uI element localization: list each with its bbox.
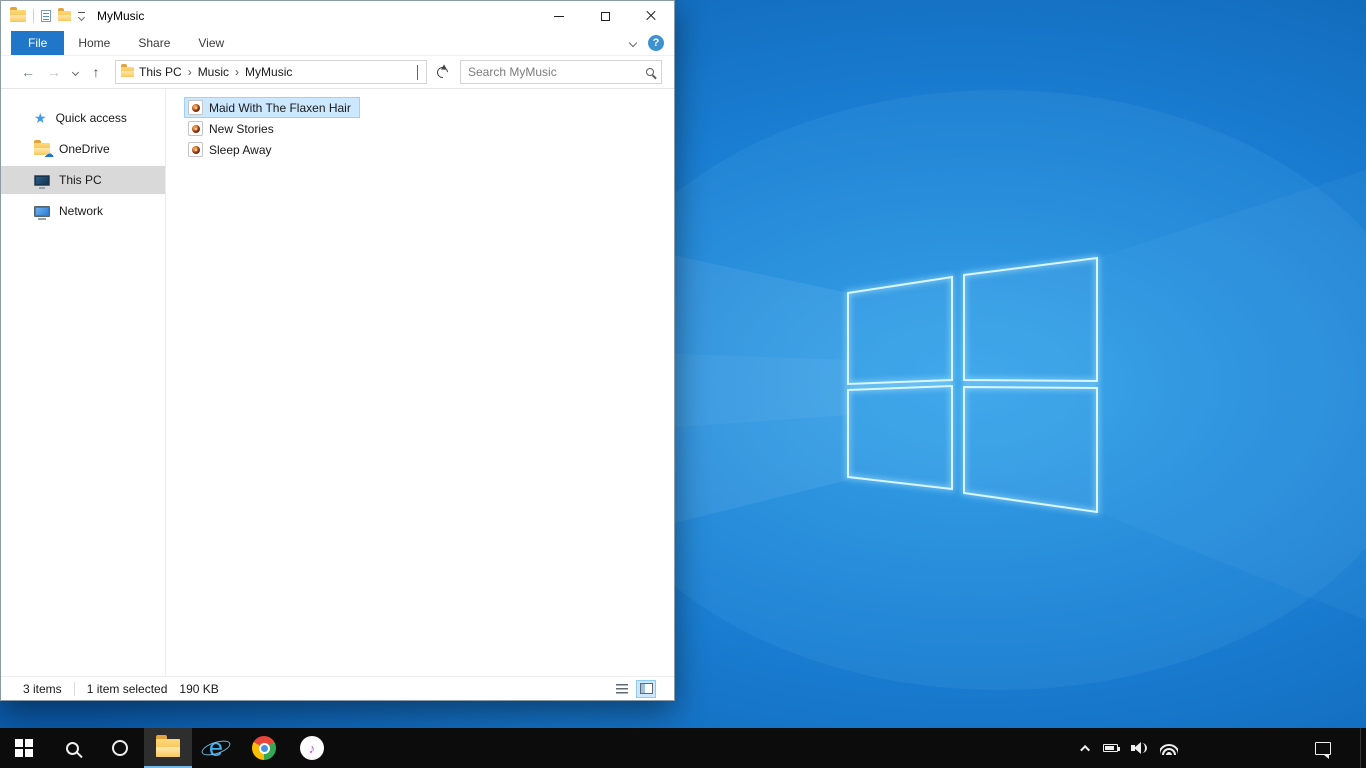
desktop: MyMusic File Home Share View ? ← → ↑ Thi…: [0, 0, 1366, 768]
items-count: 3 items: [23, 681, 62, 696]
show-desktop-button[interactable]: [1360, 728, 1366, 768]
network-icon: [34, 205, 50, 220]
caption-buttons: [536, 1, 674, 31]
minimize-icon: [554, 15, 564, 17]
volume-icon[interactable]: [1131, 741, 1147, 755]
itunes-taskbar-button[interactable]: ♪: [288, 728, 336, 768]
onedrive-cloud-icon: ☁: [44, 149, 54, 160]
selection-size: 190 KB: [179, 681, 219, 696]
refresh-icon: [437, 67, 448, 78]
navigation-pane: ★ Quick access ☁ OneDrive This PC Networ…: [1, 89, 166, 676]
sidebar-item-onedrive[interactable]: ☁ OneDrive: [1, 135, 165, 163]
file-name: Maid With The Flaxen Hair: [209, 100, 351, 115]
maximize-button[interactable]: [582, 1, 628, 31]
cortana-icon: [112, 740, 128, 756]
breadcrumb-mymusic[interactable]: MyMusic: [240, 65, 297, 79]
window-body: ★ Quick access ☁ OneDrive This PC Networ…: [1, 89, 674, 676]
recent-locations-chevron-icon[interactable]: [67, 68, 83, 76]
search-icon: [65, 741, 79, 755]
search-input[interactable]: [468, 65, 646, 79]
tab-file[interactable]: File: [11, 31, 65, 55]
tab-home[interactable]: Home: [64, 31, 124, 55]
window-folder-icon: [10, 7, 26, 22]
music-file-icon: [188, 142, 203, 157]
chrome-taskbar-button[interactable]: [240, 728, 288, 768]
quick-access-toolbar: [1, 7, 86, 23]
chrome-icon: [252, 736, 276, 760]
ribbon-right-controls: ?: [628, 31, 674, 55]
close-icon: [645, 10, 657, 22]
sidebar-item-label: This PC: [59, 173, 102, 187]
back-button[interactable]: ←: [15, 65, 41, 79]
file-row-sleep-away[interactable]: Sleep Away: [184, 139, 281, 160]
address-dropdown-chevron-icon[interactable]: [414, 65, 421, 80]
taskbar-search-button[interactable]: [48, 728, 96, 768]
address-bar: ← → ↑ This PC › Music › MyMusic: [1, 56, 674, 89]
music-file-icon: [188, 100, 203, 115]
search-icon[interactable]: [646, 68, 654, 76]
forward-button[interactable]: →: [41, 65, 67, 79]
file-list: Maid With The Flaxen Hair New Stories Sl…: [166, 89, 674, 676]
breadcrumb-this-pc[interactable]: This PC: [134, 65, 187, 79]
maximize-icon: [600, 11, 610, 21]
start-button[interactable]: [0, 728, 48, 768]
large-icons-view-icon: [639, 683, 653, 694]
customize-qat-chevron-icon[interactable]: [77, 12, 86, 22]
battery-icon[interactable]: [1103, 744, 1120, 752]
status-bar: 3 items 1 item selected 190 KB: [1, 676, 674, 700]
breadcrumb-music[interactable]: Music: [193, 65, 234, 79]
wifi-icon[interactable]: [1160, 742, 1178, 755]
window-title: MyMusic: [97, 9, 145, 23]
expand-ribbon-chevron-icon[interactable]: [628, 38, 638, 48]
selection-count: 1 item selected: [86, 681, 168, 696]
file-explorer-taskbar-button[interactable]: [144, 728, 192, 768]
system-tray: [1080, 728, 1366, 768]
file-explorer-icon: [156, 735, 180, 757]
minimize-button[interactable]: [536, 1, 582, 31]
quick-access-star-icon: ★: [34, 110, 47, 126]
internet-explorer-taskbar-button[interactable]: e: [192, 728, 240, 768]
cortana-button[interactable]: [96, 728, 144, 768]
sidebar-item-label: Network: [59, 204, 104, 218]
details-view-button[interactable]: [612, 680, 632, 698]
properties-icon[interactable]: [41, 10, 51, 22]
view-toggle-buttons: [612, 679, 664, 698]
windows-start-icon: [15, 739, 33, 757]
file-row-new-stories[interactable]: New Stories: [184, 118, 283, 139]
status-separator: [73, 681, 75, 696]
tab-view[interactable]: View: [184, 31, 238, 55]
file-name: Sleep Away: [209, 142, 272, 157]
address-folder-icon: [121, 64, 134, 77]
title-bar: MyMusic: [1, 1, 674, 31]
taskbar: e ♪: [0, 728, 1366, 768]
action-center-icon[interactable]: [1315, 741, 1331, 759]
ribbon-tabs: File Home Share View ?: [1, 31, 674, 56]
new-folder-icon[interactable]: [58, 8, 71, 21]
sidebar-item-this-pc[interactable]: This PC: [1, 166, 165, 194]
file-row-maid-with-the-flaxen-hair[interactable]: Maid With The Flaxen Hair: [184, 97, 360, 118]
details-view-icon: [616, 683, 628, 694]
this-pc-icon: [34, 174, 50, 189]
sidebar-item-quick-access[interactable]: ★ Quick access: [1, 104, 165, 132]
tab-share[interactable]: Share: [124, 31, 184, 55]
help-icon[interactable]: ?: [648, 35, 664, 51]
internet-explorer-icon: e: [199, 734, 233, 762]
explorer-window: MyMusic File Home Share View ? ← → ↑ Thi…: [0, 0, 675, 701]
up-button[interactable]: ↑: [83, 65, 109, 79]
search-box: [460, 60, 662, 84]
refresh-button[interactable]: [430, 60, 454, 84]
large-icons-view-button[interactable]: [636, 679, 656, 698]
file-name: New Stories: [209, 121, 274, 136]
onedrive-icon: ☁: [34, 140, 54, 160]
sidebar-item-label: Quick access: [55, 111, 127, 125]
hidden-icons-chevron-icon[interactable]: [1080, 744, 1091, 755]
qat-separator: [33, 9, 34, 23]
music-file-icon: [188, 121, 203, 136]
sidebar-item-label: OneDrive: [59, 142, 110, 156]
close-button[interactable]: [628, 1, 674, 31]
sidebar-item-network[interactable]: Network: [1, 197, 165, 225]
breadcrumb[interactable]: This PC › Music › MyMusic: [115, 60, 427, 84]
itunes-icon: ♪: [300, 736, 324, 760]
